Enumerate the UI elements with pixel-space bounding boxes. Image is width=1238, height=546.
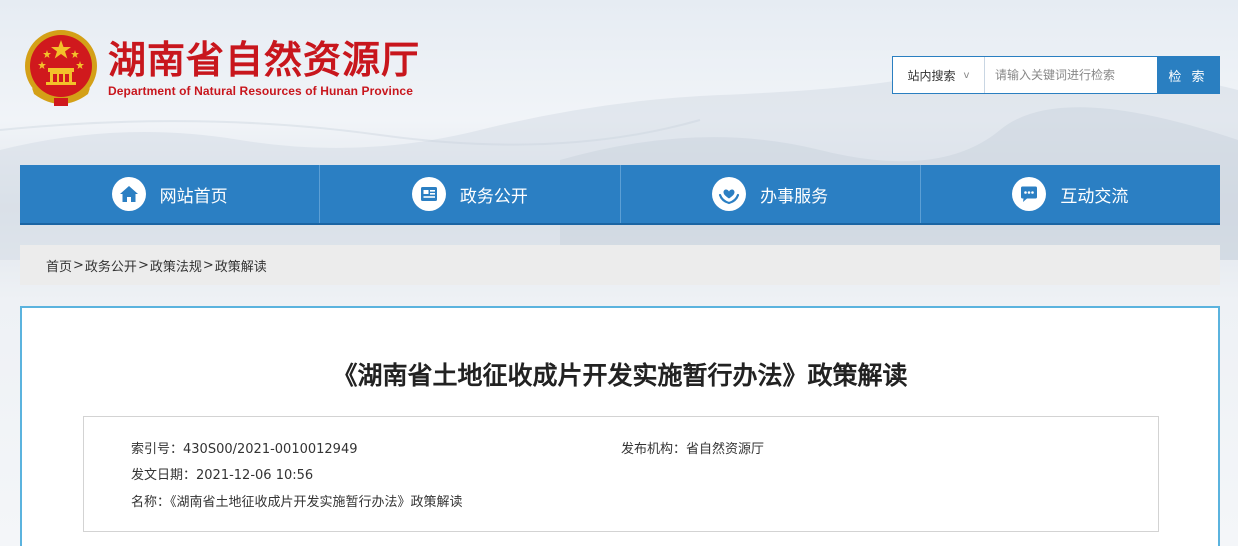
meta-date: 发文日期：2021-12-06 10:56 bbox=[131, 464, 313, 483]
meta-name-value: 《湖南省土地征收成片开发实施暂行办法》政策解读 bbox=[170, 495, 463, 510]
meta-publisher-value: 省自然资源厅 bbox=[686, 442, 765, 457]
meta-date-label: 发文日期： bbox=[131, 468, 197, 483]
breadcrumb-link-government-affairs[interactable]: 政务公开 bbox=[85, 256, 137, 275]
home-icon bbox=[111, 177, 146, 211]
search-scope-label: 站内搜索 bbox=[907, 68, 956, 83]
nav-item-label: 办事服务 bbox=[760, 186, 829, 207]
meta-index-value: 430S00/2021-0010012949 bbox=[183, 442, 358, 457]
search-input[interactable] bbox=[985, 57, 1157, 93]
breadcrumb-link-home[interactable]: 首页 bbox=[46, 256, 72, 275]
meta-publisher: 发布机构：省自然资源厅 bbox=[621, 438, 764, 457]
nav-item-government-affairs[interactable]: 政务公开 bbox=[320, 165, 621, 223]
meta-date-value: 2021-12-06 10:56 bbox=[196, 468, 314, 483]
breadcrumb-separator: > bbox=[202, 257, 214, 273]
breadcrumb-separator: > bbox=[137, 257, 149, 273]
main-navigation: 网站首页 政务公开 办事服务 互动交流 bbox=[20, 165, 1220, 225]
meta-index-number: 索引号：430S00/2021-0010012949 bbox=[131, 438, 358, 457]
meta-name-label: 名称： bbox=[131, 495, 171, 510]
meta-publisher-label: 发布机构： bbox=[621, 442, 687, 457]
nav-item-interaction[interactable]: 互动交流 bbox=[921, 165, 1220, 223]
article-metadata-box: 索引号：430S00/2021-0010012949 发布机构：省自然资源厅 发… bbox=[83, 416, 1159, 532]
breadcrumb-link-policy-interpretation[interactable]: 政策解读 bbox=[215, 256, 267, 275]
meta-index-label: 索引号： bbox=[131, 442, 184, 457]
chat-icon bbox=[1012, 177, 1047, 211]
search-scope-dropdown[interactable]: 站内搜索 v bbox=[893, 57, 985, 93]
document-icon bbox=[411, 177, 446, 211]
breadcrumb: 首页 > 政务公开 > 政策法规 > 政策解读 bbox=[20, 245, 1220, 285]
nav-item-label: 政务公开 bbox=[459, 186, 528, 207]
national-emblem-logo bbox=[25, 30, 97, 106]
site-title: 湖南省自然资源厅 bbox=[108, 38, 421, 82]
meta-name: 名称：《湖南省土地征收成片开发实施暂行办法》政策解读 bbox=[131, 491, 463, 510]
breadcrumb-separator: > bbox=[73, 257, 84, 273]
article-title: 《湖南省土地征收成片开发实施暂行办法》政策解读 bbox=[332, 361, 908, 390]
article-panel: 《湖南省土地征收成片开发实施暂行办法》政策解读 索引号：430S00/2021-… bbox=[20, 306, 1220, 546]
site-search: 站内搜索 v 检 索 bbox=[892, 56, 1220, 94]
breadcrumb-link-policies[interactable]: 政策法规 bbox=[150, 256, 202, 275]
nav-item-home[interactable]: 网站首页 bbox=[20, 165, 321, 223]
nav-item-services[interactable]: 办事服务 bbox=[621, 165, 921, 223]
site-subtitle-english: Department of Natural Resources of Hunan… bbox=[108, 84, 413, 98]
search-button[interactable]: 检 索 bbox=[1157, 57, 1219, 93]
chevron-down-icon: v bbox=[963, 69, 970, 81]
nav-item-label: 网站首页 bbox=[159, 186, 228, 207]
service-heart-icon bbox=[712, 177, 747, 211]
nav-item-label: 互动交流 bbox=[1060, 186, 1129, 207]
